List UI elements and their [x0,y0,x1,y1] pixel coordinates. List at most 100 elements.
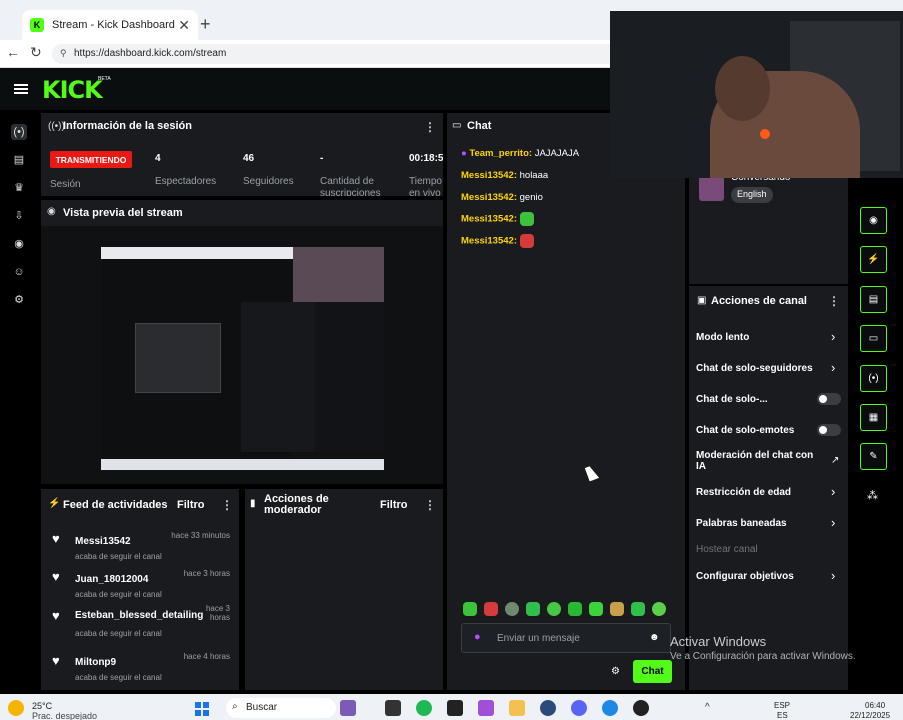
chevron-right-icon[interactable]: › [831,568,835,583]
discord-icon[interactable] [571,700,587,716]
list-item[interactable]: Juan_18012004 hace 3 horas acaba de segu… [75,569,235,599]
url-field[interactable]: ⚲ https://dashboard.kick.com/stream [52,44,672,64]
taskbar-app-icon[interactable] [340,700,356,716]
trophy-icon[interactable]: ♛ [11,180,27,196]
edge-icon[interactable] [602,700,618,716]
settings-icon[interactable]: ⚙ [11,292,27,308]
site-info-icon[interactable]: ⚲ [60,48,67,59]
chat-username[interactable]: Messi13542: [461,236,517,247]
chevron-right-icon[interactable]: › [831,515,835,530]
chat-message[interactable]: Messi13542: [461,234,534,248]
quick-wrench-icon[interactable]: ✎ [860,443,887,470]
emoji-icon[interactable]: ☻ [649,632,660,643]
emote-icon[interactable] [547,602,561,616]
chevron-right-icon[interactable]: › [831,484,835,499]
action-slow-mode[interactable]: Modo lento [696,332,844,343]
chat-username[interactable]: Messi13542: [461,170,517,181]
feed-menu-icon[interactable]: ⋮ [221,498,233,512]
action-banned-words[interactable]: Palabras baneadas [696,518,844,529]
emote-icon[interactable] [631,602,645,616]
steam-icon[interactable] [447,700,463,716]
stream-preview-video[interactable] [101,247,384,470]
spotify-icon[interactable] [416,700,432,716]
chat-message[interactable]: Messi13542: [461,212,534,226]
back-icon[interactable]: ← [6,44,20,60]
action-followers-only[interactable]: Chat de solo-seguidores [696,363,844,374]
action-ai-moderation[interactable]: Moderación del chat con IA [696,450,821,472]
folder-icon[interactable] [509,700,525,716]
mic-badge-icon: ● [461,148,467,159]
emote-icon[interactable] [505,602,519,616]
tab-title: Stream - Kick Dashboard [52,19,175,31]
chat-username[interactable]: Team_perrito: [469,148,532,159]
moderation-icon[interactable]: ◉ [11,236,27,252]
quick-chat-icon[interactable]: ▭ [860,325,887,352]
chat-message[interactable]: ● Team_perrito: JAJAJAJA [461,148,579,159]
quick-more-icon[interactable]: ⁂ [867,489,878,502]
chat-settings-icon[interactable]: ⚙ [611,666,620,677]
browser-tab[interactable]: K Stream - Kick Dashboard ✕ [22,10,198,40]
chat-send-button[interactable]: Chat [633,660,672,683]
feed-user[interactable]: Esteban_blessed_detailing [75,610,203,621]
list-item[interactable]: Miltonp9 hace 4 horas acaba de seguir el… [75,652,235,682]
external-link-icon[interactable]: ↗ [831,455,839,466]
feed-sub: acaba de seguir el canal [75,629,162,638]
lang-indicator[interactable]: ESP [774,701,790,710]
session-menu-icon[interactable]: ⋮ [424,120,436,134]
feed-user[interactable]: Juan_18012004 [75,574,148,585]
list-item[interactable]: Messi13542 hace 33 minutos acaba de segu… [75,531,235,561]
emote-icon[interactable] [610,602,624,616]
channel-actions-menu-icon[interactable]: ⋮ [828,294,840,308]
quick-notes-icon[interactable]: ▤ [860,286,887,313]
emote-icon[interactable] [484,602,498,616]
menu-icon[interactable] [14,84,28,94]
chat-message[interactable]: Messi13542: holaaa [461,170,548,181]
stat-followers-value: 46 [243,153,255,164]
feed-filter-button[interactable]: Filtro [177,499,205,511]
action-set-goals[interactable]: Configurar objetivos [696,571,844,582]
users-icon[interactable]: ☺ [11,264,27,280]
modactions-menu-icon[interactable]: ⋮ [424,498,436,512]
kick-logo[interactable]: KICK [42,76,103,104]
start-tile [195,710,201,716]
chat-username[interactable]: Messi13542: [461,192,517,203]
chevron-right-icon[interactable]: › [831,360,835,375]
reload-icon[interactable]: ↻ [30,44,42,61]
broadcast-icon[interactable]: (•) [11,124,27,140]
close-tab-icon[interactable]: ✕ [178,17,190,34]
emote-icon[interactable] [652,602,666,616]
subs-only-toggle[interactable] [817,393,841,405]
quick-camera-icon[interactable]: ◉ [860,207,887,234]
start-icon[interactable] [195,702,209,716]
emote-bar [463,602,673,618]
chat-text: holaaa [519,170,549,181]
tray-chevron-icon[interactable]: ^ [705,702,710,713]
weather-icon[interactable] [8,700,24,716]
action-age-restriction[interactable]: Restricción de edad [696,487,844,498]
feed-bolt-icon: ⚡ [48,498,61,509]
analytics-icon[interactable]: ▤ [11,152,27,168]
chat-username[interactable]: Messi13542: [461,214,517,225]
obs-icon[interactable] [633,700,649,716]
modactions-filter-button[interactable]: Filtro [380,499,408,511]
quick-bolt-icon[interactable]: ⚡ [860,246,887,273]
taskbar-app-icon[interactable] [540,700,556,716]
new-tab-button[interactable]: + [200,14,211,35]
emote-icon[interactable] [463,602,477,616]
quick-broadcast-icon[interactable]: (•) [860,365,887,392]
copilot-icon[interactable] [478,700,494,716]
feed-user[interactable]: Miltonp9 [75,657,116,668]
emotes-only-toggle[interactable] [817,424,841,436]
emote-icon[interactable] [568,602,582,616]
chat-message[interactable]: Messi13542: genio [461,192,543,203]
emote-icon[interactable] [589,602,603,616]
chevron-right-icon[interactable]: › [831,329,835,344]
feed-user[interactable]: Messi13542 [75,536,131,547]
quick-layout-icon[interactable]: ▦ [860,404,887,431]
taskbar-search[interactable]: ⌕ Buscar [226,698,336,718]
emote-icon[interactable] [526,602,540,616]
feed-time: hace 3 horas [205,604,230,622]
taskbar-app-icon[interactable] [385,700,401,716]
community-icon[interactable]: ⇩ [11,208,27,224]
clock-time[interactable]: 06:40 [865,701,885,710]
